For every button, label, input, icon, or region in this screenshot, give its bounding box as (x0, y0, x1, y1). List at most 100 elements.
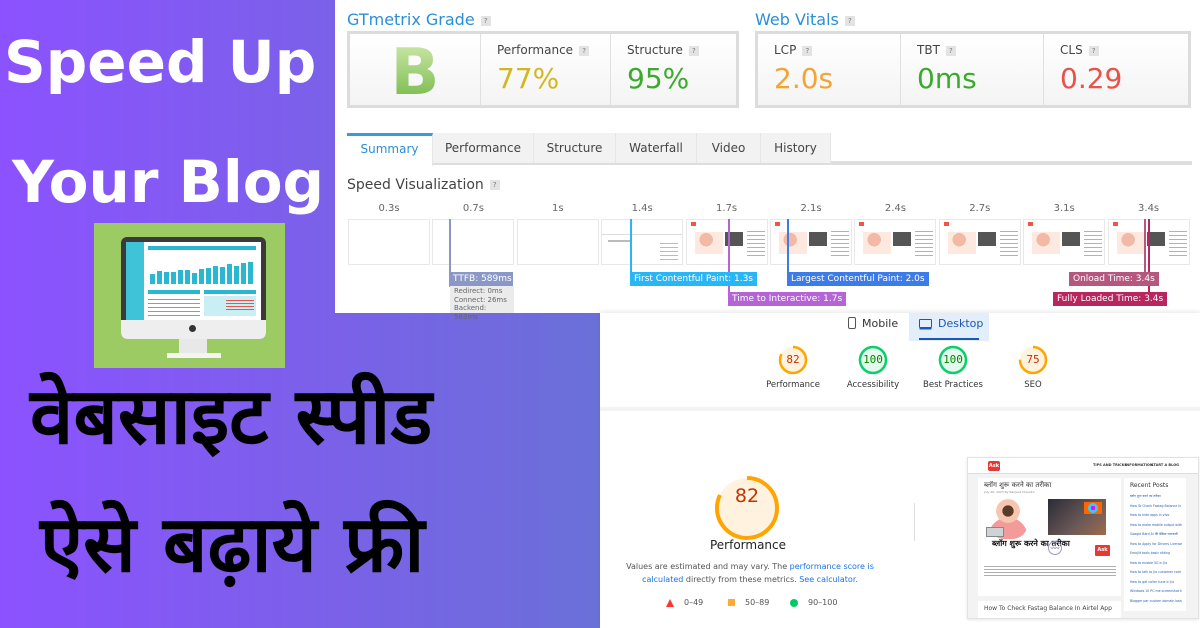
recent-post-link[interactable]: Emojiit tools basic sitting (1130, 551, 1182, 555)
filmstrip-frame[interactable] (516, 219, 599, 265)
score-gauge-seo[interactable]: 75 SEO (998, 344, 1068, 390)
tab-summary[interactable]: Summary (347, 133, 433, 166)
score-value: 82 (786, 353, 800, 366)
post-excerpt (984, 564, 1116, 578)
mobile-phone-icon (848, 317, 856, 329)
tab-structure[interactable]: Structure (534, 133, 616, 163)
ttfb-detail: Redirect: 0ms Connect: 26ms Backend: 563… (450, 286, 514, 321)
filmstrip-frame[interactable] (348, 219, 430, 265)
help-icon[interactable]: ? (489, 180, 500, 190)
performance-gauge (715, 476, 779, 540)
grade-cell: B (350, 34, 481, 110)
frame-time-label: 2.1s (800, 203, 822, 214)
see-calculator-link[interactable]: See calculator. (799, 575, 858, 584)
recent-post-link[interactable]: How to make mobile output with walkie-ta… (1130, 523, 1182, 527)
monitor-screen (126, 242, 261, 320)
post-featured-image: ब्लॉग शुरू करने का तरीका WWW Ask (984, 497, 1116, 561)
structure-cell: Structure? 95% (611, 34, 736, 105)
score-gauge-performance[interactable]: 82 Performance (758, 344, 828, 390)
onload-marker: Onload Time: 3.4s (1069, 272, 1159, 286)
tbt-label: TBT (917, 43, 940, 57)
recent-posts-sidebar: Recent Posts ब्लॉग शुरू करने का तरीका How… (1124, 478, 1186, 611)
fcp-line (630, 219, 632, 272)
legend-average: 50–89 (728, 598, 769, 607)
nav-item: INFORMATION (1125, 463, 1153, 467)
cls-value: 0.29 (1060, 62, 1123, 95)
tbt-value: 0ms (917, 62, 977, 95)
legend-fail: 0–49 (666, 598, 703, 607)
speed-visualization-title: Speed Visualization? (347, 177, 500, 193)
nav-item: TIPS AND TRICKS (1093, 463, 1127, 467)
score-label: Accessibility (846, 380, 900, 390)
lcp-marker: Largest Contentful Paint: 2.0s (787, 272, 929, 286)
score-value: 100 (863, 353, 883, 366)
cls-cell: CLS? 0.29 (1044, 34, 1188, 105)
filmstrip-frame[interactable] (685, 219, 768, 265)
desc-text: directly from these metrics. (683, 575, 800, 584)
recent-post-link[interactable]: How To Check Fastag Balance In Airtel Ap… (1130, 504, 1182, 508)
help-icon[interactable]: ? (802, 45, 813, 56)
help-icon[interactable]: ? (579, 45, 590, 56)
legend-pass: 90–100 (790, 598, 837, 607)
red-triangle-icon (666, 598, 674, 607)
ttfb-backend: Backend: 563ms (454, 304, 487, 321)
filmstrip-frame[interactable] (432, 219, 515, 265)
report-tabs: Summary Performance Structure Waterfall … (347, 133, 1192, 166)
performance-description: Values are estimated and may vary. The p… (610, 560, 890, 586)
score-label: Best Practices (923, 380, 983, 390)
tab-history[interactable]: History (761, 133, 831, 163)
frame-time-label: 0.3s (378, 203, 400, 214)
filmstrip-frame[interactable] (1023, 219, 1106, 265)
ask-badge: Ask (1095, 545, 1110, 556)
help-icon[interactable]: ? (1088, 45, 1099, 56)
help-icon[interactable]: ? (480, 15, 491, 26)
frame-time-label: 1s (552, 203, 564, 214)
recent-post-link[interactable]: Blogger par custom domain kaise connect … (1130, 599, 1182, 603)
lcp-cell: LCP? 2.0s (758, 34, 901, 105)
recent-post-link[interactable]: ब्लॉग शुरू करने का तरीका (1130, 494, 1182, 498)
frame-time-label: 3.4s (1138, 203, 1160, 214)
recent-post-link[interactable]: How to enable 5G in Jio (1130, 561, 1182, 565)
help-icon[interactable]: ? (688, 45, 699, 56)
score-gauge-accessibility[interactable]: 100 Accessibility (838, 344, 908, 390)
filmstrip-frame[interactable] (770, 219, 852, 265)
structure-label: Structure (627, 43, 683, 57)
help-icon[interactable]: ? (844, 15, 855, 26)
featured-image-text: ब्लॉग शुरू करने का तरीका (992, 539, 1070, 548)
recent-post-link[interactable]: How to Apply for Drivers License (1130, 542, 1182, 546)
tbt-cell: TBT? 0ms (901, 34, 1044, 105)
frame-time-label: 2.7s (969, 203, 991, 214)
recent-post-link[interactable]: Windows 10 PC me screenshot kaise le (1130, 589, 1182, 593)
recent-post-link[interactable]: How to get caller tune in Jio (1130, 580, 1182, 584)
lcp-line (787, 219, 789, 272)
orange-square-icon (728, 599, 735, 606)
recent-post-link[interactable]: How to hide apps in vivo (1130, 513, 1182, 517)
tab-waterfall[interactable]: Waterfall (616, 133, 697, 163)
help-icon[interactable]: ? (945, 45, 956, 56)
filmstrip-frame[interactable] (854, 219, 937, 265)
filmstrip-frame[interactable] (938, 219, 1021, 265)
tab-mobile[interactable]: Mobile (840, 313, 900, 341)
blog-post-card: ब्लॉग शुरू करने का तरीका July 26, 2023 B… (978, 478, 1121, 596)
score-gauge-best-practices[interactable]: 100 Best Practices (918, 344, 988, 390)
cls-label: CLS (1060, 43, 1083, 57)
lcp-value: 2.0s (774, 62, 834, 95)
headline-line-2: Your Blog (12, 148, 325, 216)
tab-desktop-label: Desktop (938, 317, 984, 330)
tab-desktop[interactable]: Desktop (909, 313, 989, 341)
recent-posts-title: Recent Posts (1130, 482, 1169, 489)
tti-marker: Time to Interactive: 1.7s (728, 292, 847, 306)
filmstrip-frame[interactable] (601, 219, 684, 265)
tab-video[interactable]: Video (697, 133, 761, 163)
recent-post-link[interactable]: Google Bard AI की बेसिक जानकारी (1130, 532, 1182, 536)
next-post-title: How To Check Fastag Balance In Airtel Ap… (978, 601, 1121, 618)
nav-item: START A BLOG (1151, 463, 1180, 467)
score-value: 100 (943, 353, 963, 366)
recent-post-link[interactable]: How to talk to Jio customer care executi… (1130, 570, 1182, 574)
page-screenshot-preview: Ask TIPS AND TRICKS INFORMATION START A … (967, 457, 1199, 619)
site-logo: Ask (988, 461, 1000, 471)
hindi-headline-line-2: ऐसे बढ़ाये फ्री (40, 500, 425, 590)
tab-performance[interactable]: Performance (433, 133, 534, 163)
post-meta: July 26, 2023 By Ranjeet Chandra (984, 490, 1035, 494)
divider (600, 407, 1200, 411)
